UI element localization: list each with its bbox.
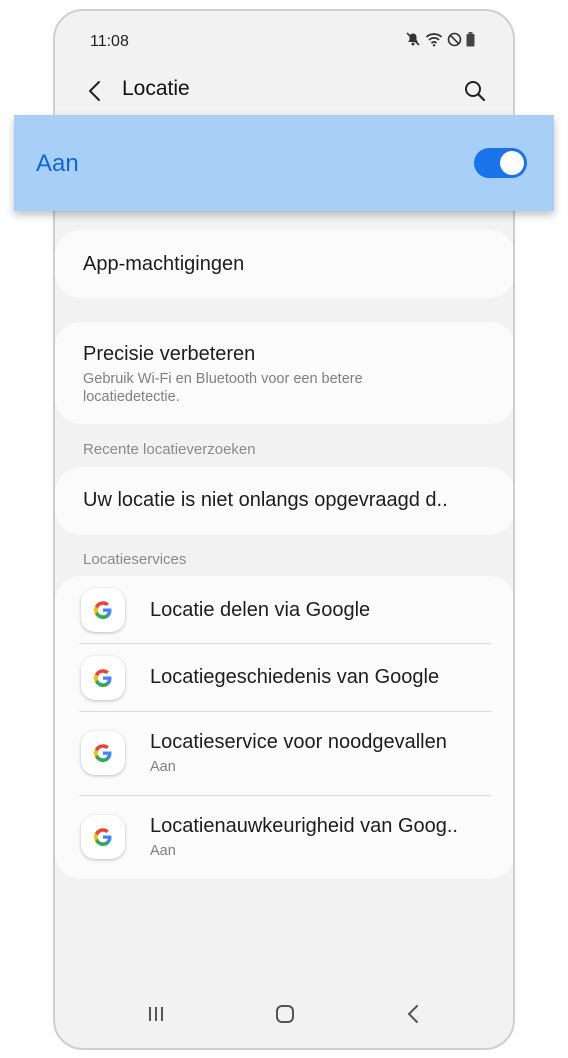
- recent-apps-button[interactable]: [138, 996, 174, 1032]
- google-icon: [81, 656, 125, 700]
- app-permissions-label: App-machtigingen: [83, 253, 245, 275]
- google-icon: [81, 815, 125, 859]
- service-item-title: Locatienauwkeurigheid van Goog..: [150, 815, 458, 837]
- service-item-sharing[interactable]: Locatie delen via Google: [55, 576, 513, 643]
- service-item-title: Locatiegeschiedenis van Google: [150, 666, 440, 688]
- google-icon: [81, 588, 125, 632]
- status-bar: 11:08: [55, 11, 513, 67]
- improve-accuracy-title: Precisie verbeteren: [83, 343, 256, 365]
- status-icons: [405, 31, 475, 47]
- service-item-title: Locatieservice voor noodgevallen: [150, 731, 447, 753]
- app-permissions-row[interactable]: App-machtigingen: [55, 230, 513, 298]
- improve-accuracy-subtitle: Gebruik Wi-Fi en Bluetooth voor een bete…: [83, 371, 363, 405]
- wifi-icon: [425, 33, 443, 47]
- recent-apps-icon: [149, 1007, 163, 1021]
- toggle-knob: [500, 151, 524, 175]
- nav-back-button[interactable]: [395, 996, 431, 1032]
- back-button[interactable]: [77, 73, 113, 109]
- recent-requests-header: Recente locatieverzoeken: [83, 441, 256, 458]
- location-services-header: Locatieservices: [83, 551, 187, 568]
- search-button[interactable]: [457, 73, 493, 109]
- do-not-disturb-icon: [447, 32, 462, 46]
- nav-back-icon: [408, 1005, 418, 1023]
- service-item-emergency[interactable]: Locatieservice voor noodgevallen Aan: [55, 712, 513, 795]
- navigation-bar: [55, 978, 513, 1048]
- battery-icon: [466, 31, 475, 46]
- home-icon: [276, 1005, 294, 1023]
- service-item-history[interactable]: Locatiegeschiedenis van Google: [55, 644, 513, 711]
- location-toggle[interactable]: [474, 148, 527, 178]
- recent-requests-message: Uw locatie is niet onlangs opgevraagd d.…: [83, 489, 448, 511]
- location-services-card: Locatie delen via Google Locatiegeschied…: [55, 576, 513, 879]
- service-item-title: Locatie delen via Google: [150, 599, 371, 621]
- google-icon: [81, 731, 125, 775]
- service-item-accuracy[interactable]: Locatienauwkeurigheid van Goog.. Aan: [55, 796, 513, 879]
- status-time: 11:08: [90, 33, 129, 50]
- recent-requests-row: Uw locatie is niet onlangs opgevraagd d.…: [55, 467, 513, 535]
- page-title: Locatie: [122, 77, 190, 100]
- location-master-switch[interactable]: Aan: [14, 115, 554, 211]
- improve-accuracy-row[interactable]: Precisie verbeteren Gebruik Wi-Fi en Blu…: [55, 322, 513, 424]
- home-button[interactable]: [267, 996, 303, 1032]
- back-arrow-icon: [89, 81, 100, 101]
- search-icon: [465, 81, 486, 102]
- master-switch-label: Aan: [36, 150, 79, 177]
- service-item-subtitle: Aan: [150, 843, 176, 859]
- mute-icon: [406, 32, 420, 46]
- service-item-subtitle: Aan: [150, 759, 176, 775]
